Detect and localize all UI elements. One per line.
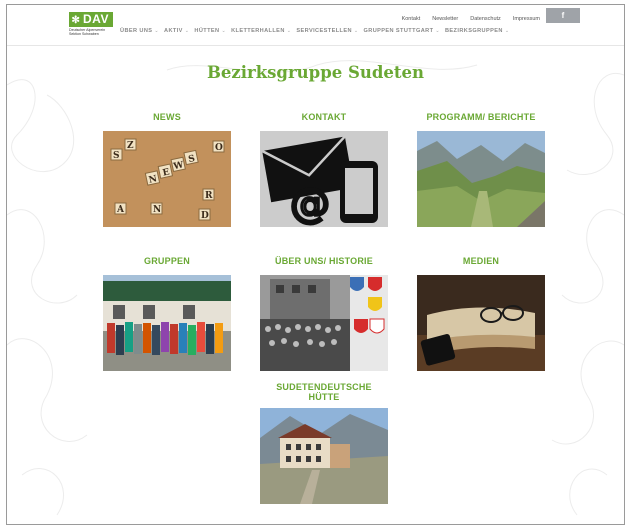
top-link-datenschutz[interactable]: Datenschutz <box>470 16 501 22</box>
nav-item-gruppen-stuttgart[interactable]: GRUPPEN STUTTGART ⌄ <box>364 28 440 34</box>
nav-label: KLETTERHALLEN <box>231 28 285 34</box>
nav-item-kletterhallen[interactable]: KLETTERHALLEN ⌄ <box>231 28 291 34</box>
alpine-valley-photo[interactable] <box>417 131 545 227</box>
dav-logo[interactable]: ✻ DAV Deutscher Alpenverein Sektion Schwa… <box>69 12 113 40</box>
facebook-icon: f <box>561 11 565 20</box>
svg-text:Z: Z <box>127 141 134 151</box>
page-title: Bezirksgruppe Sudeten <box>206 63 425 82</box>
chevron-down-icon: ⌄ <box>353 28 359 34</box>
history-photo-with-crests[interactable] <box>260 275 388 371</box>
logo-text: DAV <box>83 12 109 26</box>
nav-label: BEZIRKSGRUPPEN <box>444 28 503 34</box>
tile-programm-berichte[interactable]: PROGRAMM/ BERICHTE <box>417 112 545 230</box>
tile-kontakt[interactable]: KONTAKT @ <box>260 112 388 230</box>
dav-logo-mark: ✻ DAV <box>69 12 113 27</box>
top-link-impressum[interactable]: Impressum <box>513 16 540 22</box>
tile-label[interactable]: GRUPPEN <box>103 256 231 266</box>
svg-text:S: S <box>113 151 120 161</box>
nav-label: ÜBER UNS <box>120 28 153 34</box>
chevron-down-icon: ⌄ <box>435 28 440 34</box>
tile-news[interactable]: NEWS N E W S S Z R A D N O <box>103 112 231 230</box>
nav-label: GRUPPEN STUTTGART <box>363 28 434 34</box>
top-link-newsletter[interactable]: Newsletter <box>432 16 458 22</box>
edelweiss-icon: ✻ <box>71 15 81 26</box>
nav-label: AKTIV <box>164 28 183 34</box>
top-links: Kontakt Newsletter Datenschutz Impressum <box>402 16 540 22</box>
tile-ueber-uns-historie[interactable]: ÜBER UNS/ HISTORIE <box>260 256 388 374</box>
top-link-kontakt[interactable]: Kontakt <box>402 16 421 22</box>
tile-sudetendeutsche-huette[interactable]: SUDETENDEUTSCHE HÜTTE <box>260 382 388 508</box>
svg-text:O: O <box>215 143 223 153</box>
envelope-at-phone-icon[interactable]: @ <box>260 131 388 227</box>
tile-label[interactable]: ÜBER UNS/ HISTORIE <box>260 256 388 266</box>
mountain-hut-photo[interactable] <box>260 408 388 504</box>
svg-text:D: D <box>201 211 209 221</box>
browser-viewport: ✻ DAV Deutscher Alpenverein Sektion Schwa… <box>6 4 625 525</box>
svg-text:N: N <box>153 205 161 215</box>
tile-label-line2: HÜTTE <box>308 392 340 402</box>
tile-label[interactable]: PROGRAMM/ BERICHTE <box>417 112 545 122</box>
nav-label: SERVICESTELLEN <box>296 28 352 34</box>
nav-item-aktiv[interactable]: AKTIV ⌄ <box>164 28 189 34</box>
nav-item-ueber-uns[interactable]: ÜBER UNS ⌄ <box>120 28 159 34</box>
tile-medien[interactable]: MEDIEN <box>417 256 545 374</box>
tile-label[interactable]: SUDETENDEUTSCHE HÜTTE <box>260 382 388 402</box>
main-navigation: ÜBER UNS ⌄ AKTIV ⌄ HÜTTEN ⌄ KLETTERHALLEN ⌄ … <box>120 28 509 34</box>
chevron-down-icon: ⌄ <box>154 28 160 34</box>
nav-item-bezirksgruppen[interactable]: BEZIRKSGRUPPEN ⌄ <box>445 28 509 34</box>
nav-item-huetten[interactable]: HÜTTEN ⌄ <box>194 28 226 34</box>
books-glasses-phone-photo[interactable] <box>417 275 545 371</box>
tile-label-line1: SUDETENDEUTSCHE <box>276 382 372 392</box>
svg-text:A: A <box>116 205 125 215</box>
chevron-down-icon: ⌄ <box>221 28 227 34</box>
nav-item-servicestellen[interactable]: SERVICESTELLEN ⌄ <box>296 28 358 34</box>
tile-label[interactable]: KONTAKT <box>260 112 388 122</box>
facebook-button[interactable]: f <box>546 8 580 23</box>
nav-label: HÜTTEN <box>194 28 220 34</box>
svg-text:R: R <box>205 191 213 201</box>
chevron-down-icon: ⌄ <box>286 28 292 34</box>
news-scrabble-photo[interactable]: N E W S S Z R A D N O <box>103 131 231 227</box>
site-header: ✻ DAV Deutscher Alpenverein Sektion Schwa… <box>7 5 624 45</box>
chevron-down-icon: ⌄ <box>184 28 190 34</box>
header-divider <box>7 45 624 46</box>
chevron-down-icon: ⌄ <box>504 28 510 34</box>
tile-gruppen[interactable]: GRUPPEN <box>103 256 231 374</box>
svg-text:@: @ <box>290 181 330 227</box>
tile-label[interactable]: MEDIEN <box>417 256 545 266</box>
group-photo[interactable] <box>103 275 231 371</box>
tile-label[interactable]: NEWS <box>103 112 231 122</box>
